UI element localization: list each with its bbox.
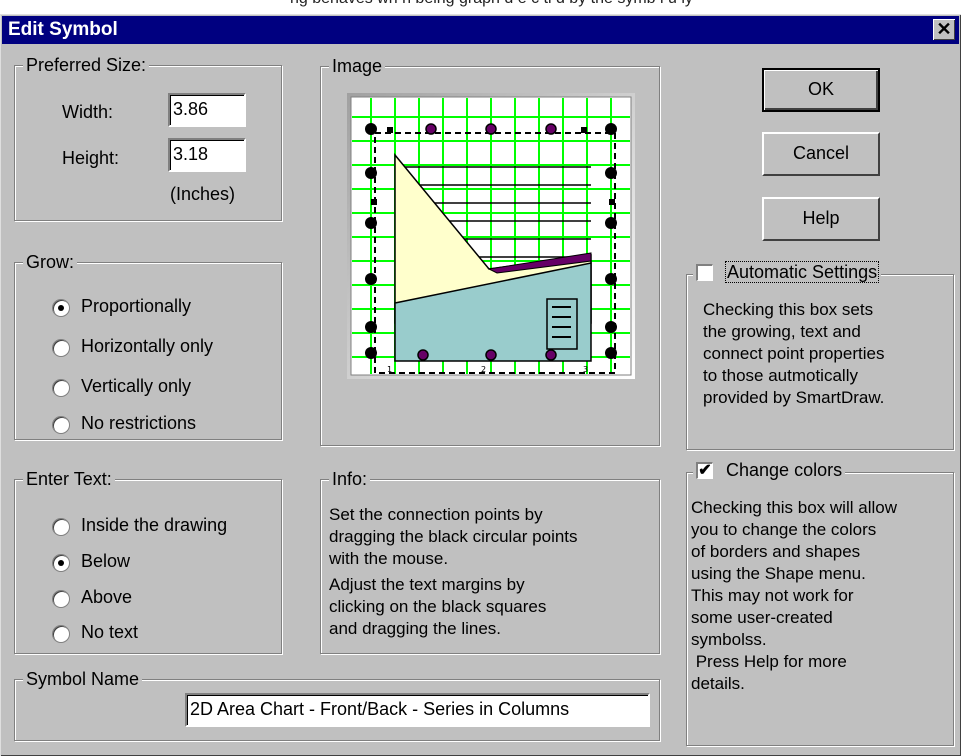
change-colors-toggle[interactable]: ✔ Change colors	[693, 460, 846, 480]
automatic-settings-toggle[interactable]: Automatic Settings	[693, 261, 882, 283]
change-colors-label[interactable]: Change colors	[726, 460, 842, 480]
close-button[interactable]: ✕	[933, 19, 955, 40]
change-colors-group: ✔ Change colors Checking this box will a…	[686, 460, 954, 746]
text-option-label[interactable]: Inside the drawing	[81, 515, 227, 536]
cancel-button[interactable]: Cancel	[762, 132, 880, 176]
info-text: Set the connection points by dragging th…	[329, 504, 578, 640]
info-line: clicking on the black squares	[329, 597, 547, 616]
auto-line: to those autmotically	[703, 366, 858, 385]
enter-text-legend: Enter Text:	[23, 469, 115, 489]
background-text: ng behaves wh n being graph d e c ti d b…	[0, 0, 961, 14]
colors-line: This may not work for	[691, 586, 854, 605]
text-option-label[interactable]: Above	[81, 587, 132, 608]
colors-line: some user-created	[691, 608, 833, 627]
height-field[interactable]: 3.18	[168, 138, 246, 172]
symbol-name-group: Symbol Name 2D Area Chart - Front/Back -…	[14, 669, 660, 741]
info-line: and dragging the lines.	[329, 619, 502, 638]
radio-inside[interactable]	[52, 518, 70, 536]
info-line: Adjust the text margins by	[329, 575, 525, 594]
ok-button[interactable]: OK	[762, 68, 880, 112]
radio-no-text[interactable]	[52, 625, 70, 643]
info-group: Info: Set the connection points by dragg…	[320, 469, 660, 654]
grow-option-label[interactable]: No restrictions	[81, 413, 196, 434]
svg-text:3: 3	[583, 365, 588, 374]
grow-group: Grow: Proportionally Horizontally only V…	[14, 252, 282, 440]
help-button[interactable]: Help	[762, 197, 880, 241]
width-field[interactable]: 3.86	[168, 93, 246, 127]
automatic-settings-group: Automatic Settings Checking this box set…	[686, 261, 954, 450]
preferred-size-group: Preferred Size: Width: 3.86 Height: 3.18…	[14, 55, 282, 221]
dialog-title: Edit Symbol	[8, 19, 118, 40]
grow-option-label[interactable]: Horizontally only	[81, 336, 213, 357]
svg-text:2: 2	[481, 365, 486, 374]
colors-line: Checking this box will allow	[691, 498, 897, 517]
edit-symbol-dialog: Edit Symbol ✕ Preferred Size: Width: 3.8…	[0, 14, 961, 756]
auto-line: Checking this box sets	[703, 300, 874, 319]
change-colors-checkbox[interactable]: ✔	[696, 461, 713, 479]
symbol-name-field[interactable]: 2D Area Chart - Front/Back - Series in C…	[185, 693, 650, 727]
colors-line: symbolss.	[691, 630, 767, 649]
colors-line: you to change the colors	[691, 520, 877, 539]
grow-option-label[interactable]: Vertically only	[81, 376, 191, 397]
radio-above[interactable]	[52, 590, 70, 608]
automatic-settings-description: Checking this box sets the growing, text…	[703, 299, 884, 409]
symbol-name-legend: Symbol Name	[23, 669, 143, 689]
colors-line: Press Help for more	[691, 652, 847, 671]
info-line: dragging the black circular points	[329, 527, 578, 546]
enter-text-group: Enter Text: Inside the drawing Below Abo…	[14, 469, 282, 654]
title-bar: Edit Symbol ✕	[2, 16, 959, 44]
image-legend: Image	[329, 56, 386, 76]
image-group: Image 1 2 3	[320, 56, 660, 446]
automatic-settings-label[interactable]: Automatic Settings	[725, 261, 880, 283]
symbol-preview-image[interactable]: 1 2 3	[347, 93, 635, 379]
colors-line: details.	[691, 674, 745, 693]
auto-line: provided by SmartDraw.	[703, 388, 885, 407]
svg-text:1: 1	[387, 365, 392, 374]
radio-no-restrictions[interactable]	[52, 416, 70, 434]
preferred-size-legend: Preferred Size:	[23, 55, 150, 75]
radio-horizontally[interactable]	[52, 339, 70, 357]
radio-vertically[interactable]	[52, 379, 70, 397]
height-label: Height:	[62, 148, 120, 168]
text-option-label[interactable]: No text	[81, 622, 138, 643]
auto-line: the growing, text and	[703, 322, 861, 341]
radio-proportionally[interactable]	[52, 299, 70, 317]
text-option-label[interactable]: Below	[81, 551, 130, 572]
automatic-settings-checkbox[interactable]	[696, 263, 713, 281]
grow-legend: Grow:	[23, 252, 78, 272]
info-legend: Info:	[329, 469, 371, 489]
units-label: (Inches)	[170, 184, 236, 204]
info-line: Set the connection points by	[329, 505, 543, 524]
width-label: Width:	[62, 102, 114, 122]
colors-line: using the Shape menu.	[691, 564, 866, 583]
radio-below[interactable]	[52, 554, 70, 572]
change-colors-description: Checking this box will allow you to chan…	[691, 497, 897, 695]
info-line: with the mouse.	[329, 549, 449, 568]
colors-line: of borders and shapes	[691, 542, 861, 561]
grow-option-label[interactable]: Proportionally	[81, 296, 191, 317]
auto-line: connect point properties	[703, 344, 885, 363]
